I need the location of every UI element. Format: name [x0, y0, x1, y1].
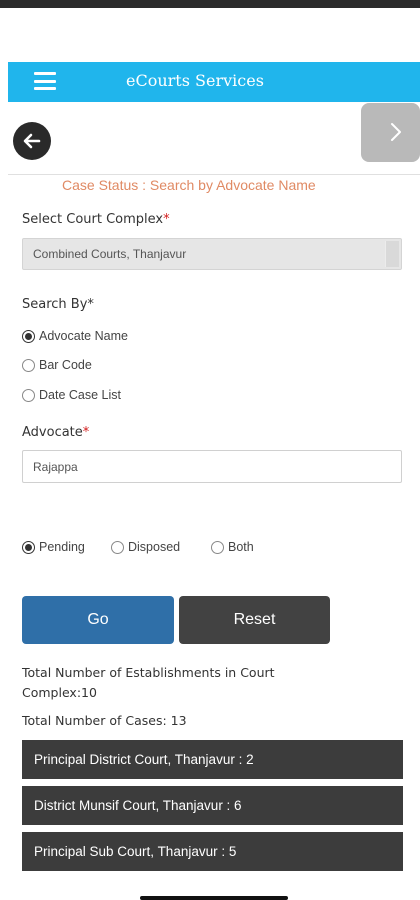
court-list-item[interactable]: District Munsif Court, Thanjavur : 6	[22, 786, 403, 825]
radio-date-case-list[interactable]: Date Case List	[22, 388, 121, 402]
radio-label: Disposed	[128, 540, 181, 554]
radio-unchecked-icon	[211, 540, 224, 554]
radio-both[interactable]: Both	[211, 540, 254, 554]
radio-label: Bar Code	[39, 358, 92, 372]
search-by-label: Search By*	[22, 297, 94, 312]
advocate-input[interactable]	[22, 450, 402, 483]
required-mark: *	[82, 425, 90, 440]
total-cases: Total Number of Cases: 13	[22, 713, 187, 728]
radio-checked-icon	[22, 329, 35, 343]
app-title: eCourts Services	[126, 71, 264, 90]
home-indicator	[140, 896, 288, 900]
court-list-item[interactable]: Principal District Court, Thanjavur : 2	[22, 740, 403, 779]
search-by-label-text: Search By	[22, 297, 88, 312]
hamburger-menu-icon[interactable]	[34, 72, 56, 90]
back-button[interactable]	[13, 122, 51, 160]
status-strip	[0, 0, 420, 8]
court-complex-label-text: Select Court Complex	[22, 212, 164, 227]
court-complex-select[interactable]: Combined Courts, Thanjavur	[22, 238, 402, 270]
radio-advocate-name[interactable]: Advocate Name	[22, 329, 128, 343]
select-arrow-icon	[385, 241, 399, 267]
radio-label: Both	[228, 540, 254, 554]
court-list: Principal District Court, Thanjavur : 2 …	[22, 740, 403, 878]
court-list-item[interactable]: Principal Sub Court, Thanjavur : 5	[22, 832, 403, 871]
reset-button[interactable]: Reset	[179, 596, 330, 644]
required-mark: *	[163, 212, 170, 227]
radio-unchecked-icon	[22, 388, 35, 402]
radio-unchecked-icon	[22, 358, 35, 372]
search-by-required-mark: *	[87, 297, 94, 312]
go-button[interactable]: Go	[22, 596, 174, 644]
forward-button[interactable]	[361, 103, 420, 162]
court-complex-selected-value: Combined Courts, Thanjavur	[33, 247, 187, 261]
radio-checked-icon	[22, 540, 35, 554]
radio-label: Date Case List	[39, 388, 121, 402]
arrow-left-icon	[23, 133, 41, 149]
divider	[8, 174, 420, 175]
page-title: Case Status : Search by Advocate Name	[62, 177, 316, 193]
radio-pending[interactable]: Pending	[22, 540, 85, 554]
court-complex-label: Select Court Complex*	[22, 212, 170, 227]
establishments-line-1: Total Number of Establishments in Court	[22, 665, 275, 680]
establishments-line-2: Complex:10	[22, 685, 97, 700]
radio-unchecked-icon	[111, 540, 124, 554]
advocate-label-text: Advocate	[22, 425, 83, 440]
establishments-count: Total Number of Establishments in Court …	[22, 663, 275, 703]
radio-disposed[interactable]: Disposed	[111, 540, 180, 554]
app-bar: eCourts Services	[8, 62, 420, 102]
chevron-right-icon	[391, 123, 401, 141]
radio-label: Advocate Name	[39, 329, 128, 343]
radio-label: Pending	[39, 540, 85, 554]
advocate-label: Advocate*	[22, 425, 89, 440]
radio-bar-code[interactable]: Bar Code	[22, 358, 92, 372]
